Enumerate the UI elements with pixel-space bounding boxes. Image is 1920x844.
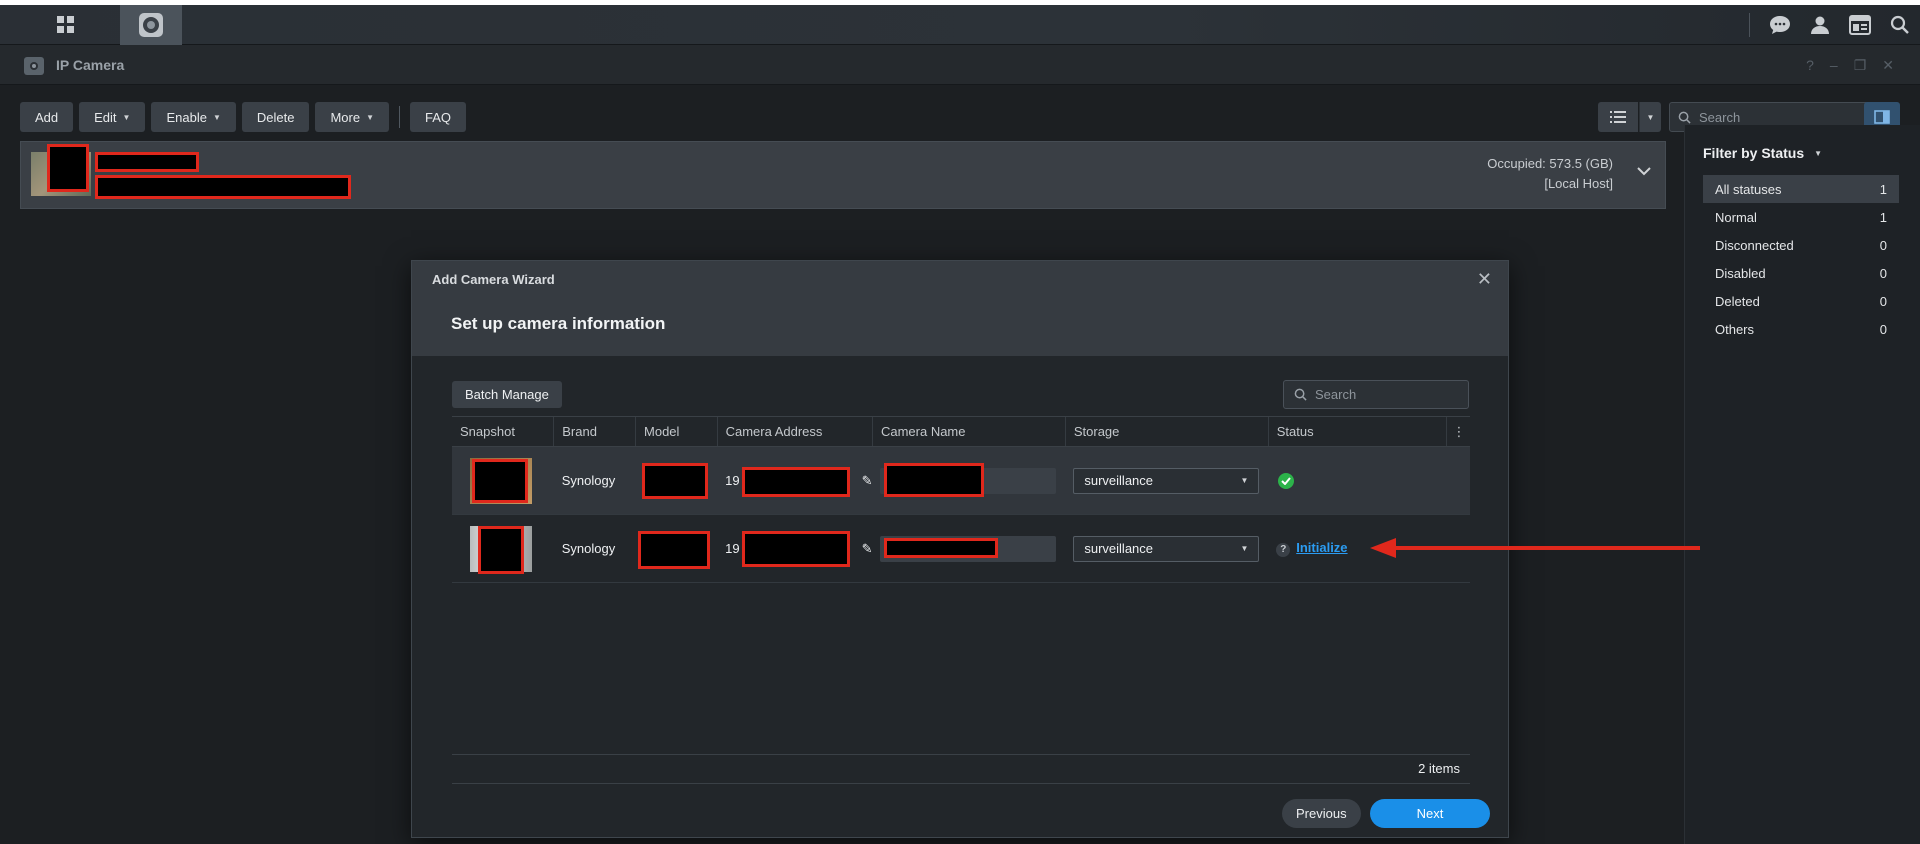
filter-item-disabled[interactable]: Disabled 0 [1703, 259, 1899, 287]
more-button[interactable]: More ▼ [315, 102, 389, 132]
view-dropdown-button[interactable]: ▼ [1639, 102, 1661, 132]
redacted-area [742, 467, 851, 497]
filter-title[interactable]: Filter by Status ▼ [1703, 145, 1822, 161]
camera-name-input[interactable] [880, 535, 1057, 562]
column-options-button[interactable]: ⋮ [1445, 416, 1470, 447]
camera-app-icon [139, 13, 163, 37]
search-placeholder: Search [1315, 387, 1357, 402]
caret-down-icon: ▼ [1240, 544, 1249, 553]
step-title: Set up camera information [451, 314, 666, 333]
dialog-title: Add Camera Wizard [432, 272, 555, 287]
taskbar-ip-camera-app[interactable] [120, 5, 182, 45]
redacted-area [742, 531, 851, 567]
edit-pencil-icon[interactable]: ✎ [862, 473, 873, 489]
camera-app-icon [24, 57, 44, 75]
filter-item-normal[interactable]: Normal 1 [1703, 203, 1899, 231]
next-button[interactable]: Next [1370, 799, 1490, 828]
main-toolbar: Add Edit ▼ Enable ▼ Delete More ▼ FAQ [20, 102, 467, 132]
list-view-button[interactable] [1598, 102, 1638, 132]
enable-button[interactable]: Enable ▼ [151, 102, 236, 132]
redacted-area [472, 458, 528, 503]
minimize-icon[interactable]: – [1830, 57, 1838, 74]
grid-icon [57, 16, 74, 33]
window-titlebar: IP Camera ? – ❐ ✕ [0, 45, 1920, 85]
caret-down-icon: ▼ [1646, 112, 1655, 122]
wizard-search-input[interactable]: Search [1283, 380, 1469, 409]
recording-server-row[interactable]: Occupied: 573.5 (GB) [Local Host] [20, 141, 1666, 209]
window-title: IP Camera [56, 57, 125, 73]
search-placeholder: Search [1699, 109, 1741, 125]
caret-down-icon: ▼ [122, 112, 131, 122]
filter-item-all[interactable]: All statuses 1 [1703, 175, 1899, 203]
redacted-area [95, 175, 351, 199]
edit-button[interactable]: Edit ▼ [79, 102, 146, 132]
brand-cell: Synology [553, 446, 636, 515]
annotation-arrow [1370, 538, 1700, 558]
filter-panel: Filter by Status ▼ All statuses 1 Normal 1 … [1684, 125, 1920, 844]
column-header-brand[interactable]: Brand [553, 416, 636, 447]
brand-cell: Synology [553, 514, 636, 583]
question-icon: ? [1276, 542, 1291, 557]
caret-down-icon: ▼ [1240, 476, 1249, 485]
chevron-down-icon[interactable] [1637, 164, 1651, 179]
redacted-area [47, 144, 89, 192]
help-icon[interactable]: ? [1806, 57, 1814, 74]
edit-pencil-icon[interactable]: ✎ [862, 541, 873, 557]
widgets-icon[interactable] [1840, 5, 1880, 45]
host-text: [Local Host] [1544, 176, 1613, 191]
redacted-area [884, 462, 985, 497]
column-header-camera-address[interactable]: Camera Address [716, 416, 873, 447]
camera-snapshot [470, 525, 532, 574]
column-header-snapshot[interactable]: Snapshot [452, 416, 554, 447]
status-ok-icon [1278, 472, 1295, 489]
camera-address-prefix: 19 [725, 541, 740, 556]
chat-icon[interactable] [1760, 5, 1800, 45]
delete-button[interactable]: Delete [241, 102, 310, 132]
redacted-area [641, 463, 708, 499]
caret-down-icon: ▼ [366, 112, 374, 122]
add-camera-wizard-dialog: Add Camera Wizard ✕ Set up camera inform… [411, 260, 1509, 838]
initialize-link[interactable]: Initialize [1296, 540, 1347, 555]
filter-item-others[interactable]: Others 0 [1703, 315, 1899, 343]
side-panel-icon [1874, 110, 1890, 124]
search-icon [1678, 111, 1691, 124]
caret-down-icon: ▼ [212, 112, 221, 122]
list-icon [1610, 111, 1626, 123]
ip-camera-window: IP Camera ? – ❐ ✕ Add Edit ▼ Enable ▼ Dele… [0, 45, 1920, 844]
redacted-area [478, 525, 524, 574]
items-count: 2 items [1418, 761, 1460, 776]
taskbar [0, 5, 1920, 45]
camera-name-input[interactable] [880, 462, 1057, 497]
storage-select[interactable]: surveillance ▼ [1073, 535, 1260, 562]
camera-address-prefix: 19 [725, 473, 740, 488]
maximize-icon[interactable]: ❐ [1854, 57, 1867, 74]
search-icon [1294, 388, 1307, 401]
table-row[interactable]: Synology 19 ✎ surveillance ▼ ? Initialize [452, 514, 1470, 583]
faq-button[interactable]: FAQ [410, 102, 467, 132]
redacted-area [637, 531, 710, 569]
close-icon[interactable]: ✕ [1477, 269, 1492, 290]
add-button[interactable]: Add [20, 102, 74, 132]
redacted-area [95, 152, 199, 172]
column-header-status[interactable]: Status [1267, 416, 1446, 447]
main-menu-button[interactable] [36, 5, 96, 45]
table-row[interactable]: Synology 19 ✎ surveillance ▼ [452, 446, 1470, 515]
previous-button[interactable]: Previous [1282, 799, 1361, 828]
storage-select[interactable]: surveillance ▼ [1073, 467, 1260, 494]
more-vertical-icon: ⋮ [1452, 423, 1466, 439]
occupied-text: Occupied: 573.5 (GB) [1487, 156, 1613, 171]
column-header-model[interactable]: Model [635, 416, 718, 447]
batch-manage-button[interactable]: Batch Manage [452, 381, 562, 408]
caret-down-icon: ▼ [1814, 148, 1823, 158]
search-icon[interactable] [1880, 5, 1920, 45]
camera-table: Snapshot Brand Model Camera Address Came… [452, 416, 1470, 583]
camera-snapshot [470, 457, 532, 504]
column-header-camera-name[interactable]: Camera Name [871, 416, 1066, 447]
user-icon[interactable] [1800, 5, 1840, 45]
filter-item-deleted[interactable]: Deleted 0 [1703, 287, 1899, 315]
filter-item-disconnected[interactable]: Disconnected 0 [1703, 231, 1899, 259]
close-window-icon[interactable]: ✕ [1882, 57, 1894, 74]
redacted-area [884, 537, 999, 558]
column-header-storage[interactable]: Storage [1064, 416, 1269, 447]
